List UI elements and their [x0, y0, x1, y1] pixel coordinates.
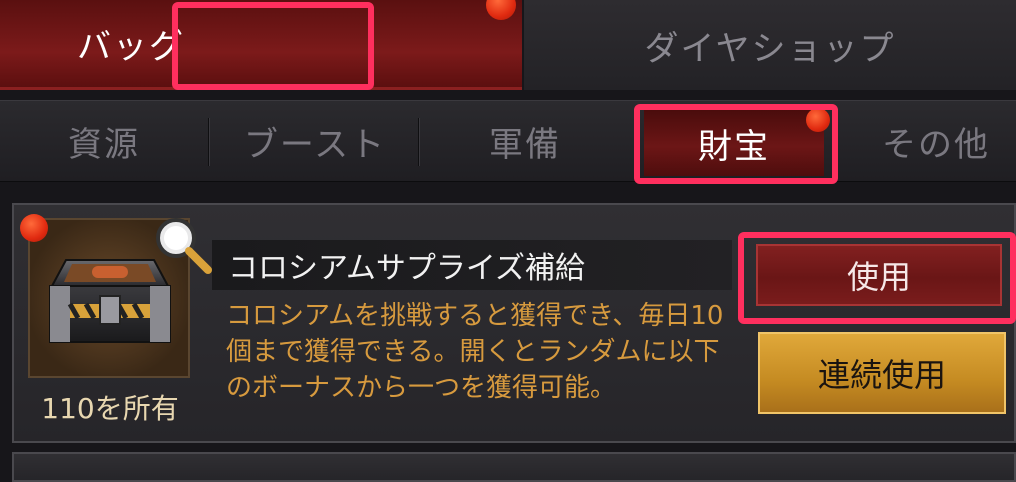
sub-tab-armament-label: 軍備 [489, 124, 561, 165]
use-multiple-button[interactable]: 連続使用 [758, 332, 1006, 414]
tab-diamond-shop-label: ダイヤショップ [644, 28, 896, 69]
item-title: コロシアムサプライズ補給 [212, 240, 732, 290]
sub-tab-resources[interactable]: 資源 [0, 100, 208, 182]
item-description: コロシアムを挑戦すると獲得でき、毎日10個まで獲得できる。開くとランダムに以下の… [226, 301, 724, 403]
notification-dot-item [20, 214, 48, 242]
sub-tab-divider [208, 118, 210, 166]
magnifier-icon[interactable] [154, 216, 212, 274]
use-multiple-button-label: 連続使用 [817, 356, 946, 394]
highlight-sub-tab-treasure [634, 104, 838, 184]
sub-tab-boost-label: ブースト [243, 124, 387, 165]
highlight-use-button [738, 232, 1016, 324]
owned-count: 110を所有 [41, 392, 179, 425]
tab-bag-label: バッグ [77, 27, 185, 67]
sub-tab-other[interactable]: その他 [856, 100, 1016, 182]
sub-tab-divider [418, 118, 420, 166]
sub-tab-resources-label: 資源 [68, 124, 140, 165]
sub-tab-other-label: その他 [882, 124, 990, 165]
item-title-text: コロシアムサプライズ補給 [228, 251, 585, 286]
tab-diamond-shop[interactable]: ダイヤショップ [524, 0, 1016, 90]
sub-tab-boost[interactable]: ブースト [212, 100, 418, 182]
next-item-card [12, 452, 1016, 482]
sub-tab-armament[interactable]: 軍備 [422, 100, 628, 182]
highlight-tab-bag [172, 2, 374, 90]
